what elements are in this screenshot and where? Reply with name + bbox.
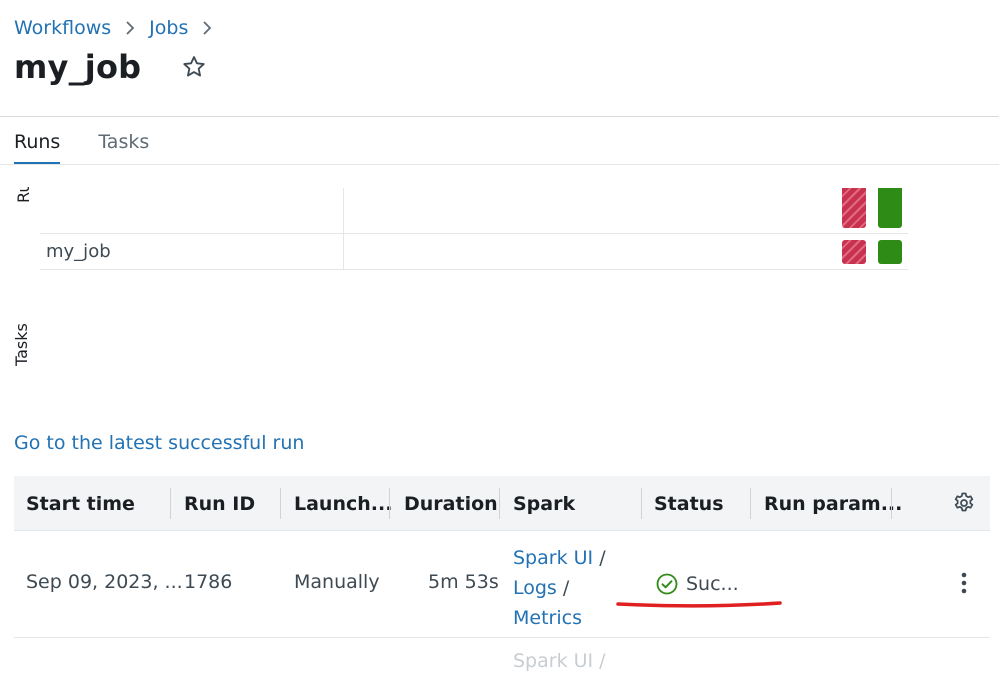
column-divider[interactable] [891,488,892,519]
breadcrumb: Workflows Jobs [14,14,226,42]
start-time-link[interactable]: Sep 09, 2023, ... [26,571,183,593]
column-divider[interactable] [499,488,500,519]
matrix-row-divider [40,233,908,234]
breadcrumb-workflows[interactable]: Workflows [14,17,111,39]
task-cell-failed[interactable] [842,240,866,264]
table-header: Start time Run ID Launch... Duration Spa… [14,476,990,531]
run-bar-failed[interactable] [842,188,866,228]
table-row: Spark UI / [14,638,990,678]
title-row: my_job [14,48,207,86]
column-divider[interactable] [389,488,390,519]
star-icon[interactable] [181,54,207,80]
matrix-row-divider [40,269,908,270]
breadcrumb-jobs[interactable]: Jobs [149,17,188,39]
chevron-right-icon [124,20,136,36]
spark-ui-link-faded[interactable]: Spark UI / [513,650,606,672]
tabs-divider [0,164,999,165]
column-header-start-time[interactable]: Start time [26,476,135,531]
gear-icon[interactable] [952,491,976,515]
runs-axis-label: Runs [14,187,32,203]
column-divider[interactable] [280,488,281,519]
column-divider[interactable] [750,488,751,519]
run-matrix: my_job [40,188,908,270]
annotation-underline [616,601,782,608]
metrics-link[interactable]: Metrics [513,607,582,629]
table-row: Sep 09, 2023, ... 1786 Manually 5m 53s S… [14,531,990,638]
launched-cell: Manually [294,571,380,593]
kebab-icon[interactable] [952,571,976,595]
latest-successful-run-link[interactable]: Go to the latest successful run [14,432,304,454]
column-divider[interactable] [170,488,171,519]
spark-cell: Spark UI / Logs / Metrics [513,543,606,633]
run-id-cell: 1786 [184,571,233,593]
column-header-duration[interactable]: Duration [404,476,498,531]
run-bar-success[interactable] [878,188,902,228]
tab-tasks[interactable]: Tasks [98,126,149,165]
logs-link[interactable]: Logs [513,577,557,599]
column-header-spark[interactable]: Spark [513,476,575,531]
tab-runs[interactable]: Runs [14,126,61,165]
tab-bar: Runs Tasks [14,126,187,165]
matrix-column-divider [343,188,344,270]
header-divider [0,116,999,117]
task-row-label: my_job [46,241,111,262]
column-header-launched[interactable]: Launch... [294,476,392,531]
column-header-status[interactable]: Status [654,476,724,531]
column-header-run-id[interactable]: Run ID [184,476,255,531]
column-divider[interactable] [641,488,642,519]
duration-cell: 5m 53s [428,571,499,593]
tasks-axis-label: Tasks [12,323,31,366]
chevron-right-icon [201,20,213,36]
task-cell-success[interactable] [878,240,902,264]
column-header-run-parameters[interactable]: Run param... [764,476,902,531]
link-separator: / [599,547,606,569]
spark-ui-link[interactable]: Spark UI [513,547,593,569]
link-separator: / [562,577,570,599]
runs-table: Start time Run ID Launch... Duration Spa… [14,476,990,678]
page-title: my_job [14,48,142,86]
